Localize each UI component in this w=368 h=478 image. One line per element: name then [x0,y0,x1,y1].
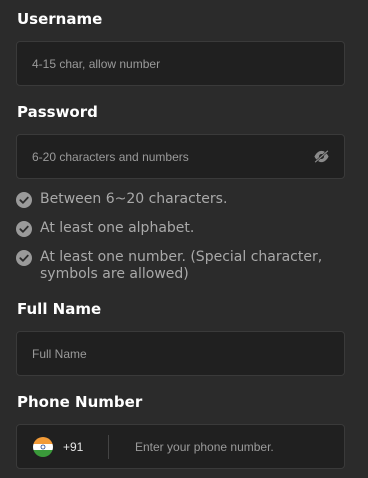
full-name-field-box [16,331,345,376]
check-circle-icon [16,192,32,208]
password-rule-number: At least one number. (Special character,… [16,249,322,283]
rule-text: Between 6~20 characters. [40,191,228,207]
india-flag-icon[interactable] [33,437,53,457]
username-field-box [16,41,345,86]
rule-text-line1: At least one number. (Special character, [40,249,323,265]
eye-off-icon[interactable] [313,149,330,164]
full-name-label: Full Name [17,300,102,318]
country-code[interactable]: +91 [63,425,83,468]
check-circle-icon [16,221,32,237]
password-rule-length: Between 6~20 characters. [16,191,227,208]
rule-text: At least one alphabet. [40,220,195,236]
check-circle-icon [16,250,32,266]
phone-number-label: Phone Number [17,393,143,411]
rule-text-line2: symbols are allowed) [40,266,189,282]
phone-input[interactable] [135,425,335,468]
registration-form: Username Password Between 6~20 character… [0,0,368,478]
password-rule-alphabet: At least one alphabet. [16,220,194,237]
full-name-input[interactable] [32,332,302,375]
rule-text: At least one number. (Special character,… [40,249,322,283]
password-field-box [16,134,345,179]
divider [108,435,109,459]
username-input[interactable] [32,42,302,85]
phone-field-box: +91 [16,424,345,469]
password-label: Password [17,103,98,121]
username-label: Username [17,10,103,28]
password-input[interactable] [32,135,302,178]
